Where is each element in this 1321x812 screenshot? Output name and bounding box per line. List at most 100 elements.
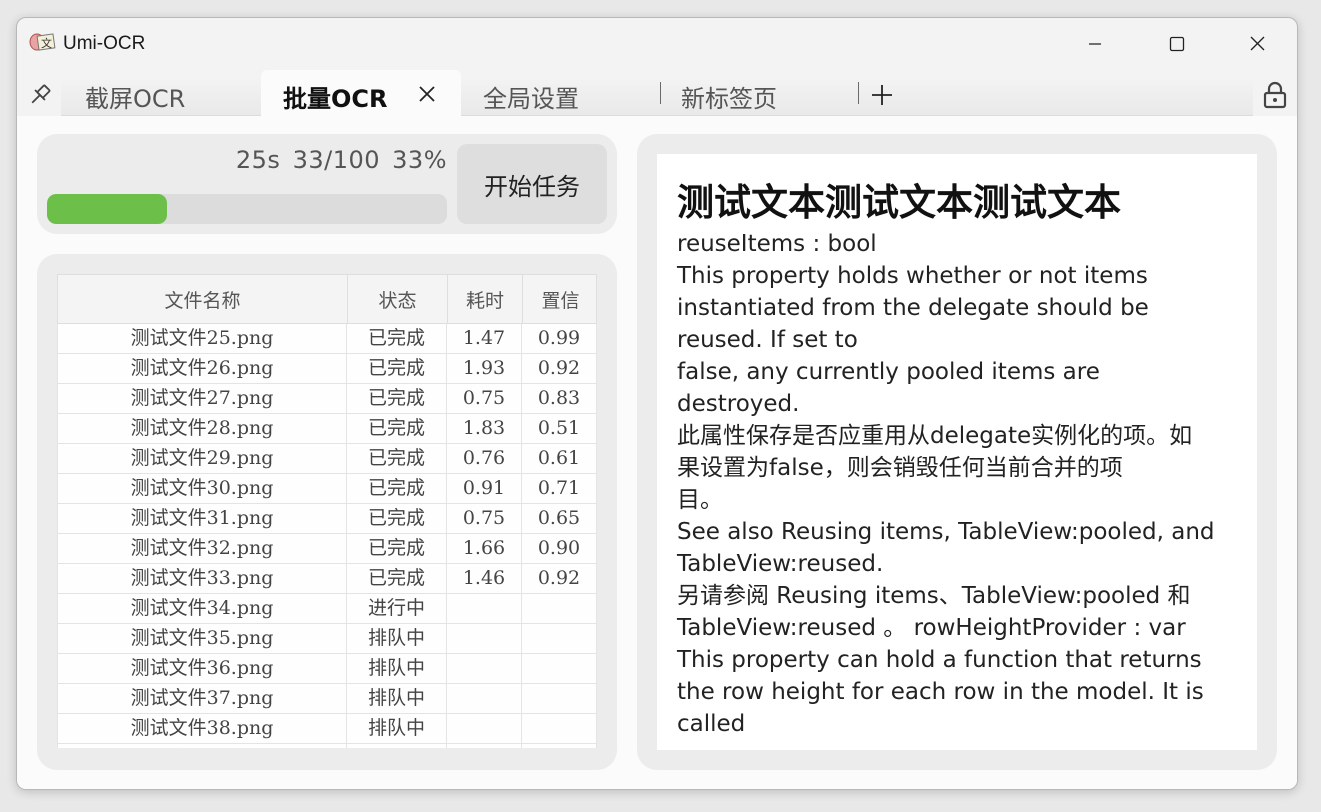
tab-close-icon[interactable]	[417, 84, 437, 104]
result-line: false, any currently pooled items are	[677, 359, 1100, 385]
cell-confidence: 0.65	[522, 504, 597, 534]
add-tab-icon	[872, 85, 892, 105]
tab-screenshot-ocr[interactable]: 截屏OCR	[65, 70, 261, 116]
cell-filename: 测试文件29.png	[57, 444, 347, 474]
cell-confidence	[522, 684, 597, 714]
table-row[interactable]: 测试文件38.png 排队中	[57, 714, 597, 744]
close-icon	[1250, 36, 1265, 51]
result-line: TableView:reused 。 rowHeightProvider : v…	[677, 615, 1186, 641]
cell-status: 已完成	[347, 414, 447, 444]
column-header-confidence[interactable]: 置信	[523, 275, 597, 323]
cell-status: 排队中	[347, 744, 447, 748]
app-logo-icon: 文	[29, 30, 57, 54]
cell-time	[447, 744, 522, 748]
cell-filename: 测试文件38.png	[57, 714, 347, 744]
start-task-button[interactable]: 开始任务	[457, 144, 607, 224]
tab-label: 新标签页	[681, 85, 777, 113]
window-title: Umi-OCR	[63, 33, 146, 54]
cell-status: 已完成	[347, 444, 447, 474]
cell-filename: 测试文件33.png	[57, 564, 347, 594]
lock-icon	[1263, 81, 1287, 109]
progress-info: 25s 33/100 33%	[236, 146, 447, 174]
result-title: 测试文本测试文本测试文本	[677, 181, 1121, 224]
cell-time	[447, 624, 522, 654]
progress-count: 33/100	[292, 146, 381, 174]
cell-filename: 测试文件30.png	[57, 474, 347, 504]
cell-confidence: 0.92	[522, 354, 597, 384]
cell-filename: 测试文件25.png	[57, 324, 347, 354]
result-line: called	[677, 711, 746, 737]
table-row[interactable]: 测试文件28.png 已完成 1.83 0.51	[57, 414, 597, 444]
cell-confidence	[522, 714, 597, 744]
result-line: instantiated from the delegate should be	[677, 295, 1149, 321]
result-line: This property can hold a function that r…	[677, 647, 1202, 673]
tab-divider	[660, 82, 661, 104]
tab-label: 全局设置	[483, 85, 579, 113]
table-row[interactable]: 测试文件35.png 排队中	[57, 624, 597, 654]
tab-global-settings[interactable]: 全局设置	[465, 70, 661, 116]
pin-button[interactable]	[25, 80, 55, 110]
result-line: 此属性保存是否应重用从delegate实例化的项。如	[677, 423, 1193, 449]
tab-new-tab[interactable]: 新标签页	[663, 70, 859, 116]
cell-confidence	[522, 624, 597, 654]
table-row[interactable]: 测试文件33.png 已完成 1.46 0.92	[57, 564, 597, 594]
cell-filename: 测试文件39.png	[57, 744, 347, 748]
cell-confidence: 0.61	[522, 444, 597, 474]
cell-filename: 测试文件31.png	[57, 504, 347, 534]
cell-status: 已完成	[347, 504, 447, 534]
progress-bar-fill	[47, 194, 167, 224]
column-header-time[interactable]: 耗时	[448, 275, 523, 323]
cell-confidence: 0.83	[522, 384, 597, 414]
cell-filename: 测试文件35.png	[57, 624, 347, 654]
cell-time: 1.93	[447, 354, 522, 384]
cell-status: 排队中	[347, 654, 447, 684]
progress-bar	[47, 194, 447, 224]
result-line: This property holds whether or not items	[677, 263, 1148, 289]
cell-time	[447, 714, 522, 744]
tab-batch-ocr[interactable]: 批量OCR	[261, 70, 461, 116]
cell-time: 0.75	[447, 504, 522, 534]
table-row[interactable]: 测试文件34.png 进行中	[57, 594, 597, 624]
column-header-filename[interactable]: 文件名称	[58, 275, 348, 323]
close-window-button[interactable]	[1227, 26, 1287, 62]
minimize-button[interactable]	[1065, 26, 1125, 62]
result-line: 目。	[677, 487, 723, 513]
cell-filename: 测试文件34.png	[57, 594, 347, 624]
result-lines: reuseItems : bool This property holds whe…	[677, 228, 1237, 740]
table-row[interactable]: 测试文件31.png 已完成 0.75 0.65	[57, 504, 597, 534]
table-row[interactable]: 测试文件29.png 已完成 0.76 0.61	[57, 444, 597, 474]
cell-confidence	[522, 594, 597, 624]
cell-status: 已完成	[347, 474, 447, 504]
title-bar: 文 Umi-OCR	[17, 18, 1297, 70]
result-line: 另请参阅 Reusing items、TableView:pooled 和	[677, 583, 1191, 609]
lock-tabs-button[interactable]	[1261, 80, 1289, 110]
column-header-status[interactable]: 状态	[348, 275, 448, 323]
table-row[interactable]: 测试文件27.png 已完成 0.75 0.83	[57, 384, 597, 414]
cell-time: 0.91	[447, 474, 522, 504]
cell-time	[447, 594, 522, 624]
table-row[interactable]: 测试文件25.png 已完成 1.47 0.99	[57, 324, 597, 354]
table-row[interactable]: 测试文件26.png 已完成 1.93 0.92	[57, 354, 597, 384]
cell-status: 已完成	[347, 564, 447, 594]
app-window: 文 Umi-OCR 截屏OCR 批量OCR 全局设置 新标签页 25s 33/1…	[16, 17, 1298, 790]
cell-filename: 测试文件28.png	[57, 414, 347, 444]
ocr-result-text[interactable]: 测试文本测试文本测试文本 reuseItems : bool This prope…	[657, 154, 1257, 750]
table-row[interactable]: 测试文件30.png 已完成 0.91 0.71	[57, 474, 597, 504]
cell-time: 1.66	[447, 534, 522, 564]
minimize-icon	[1089, 43, 1101, 45]
cell-confidence	[522, 654, 597, 684]
tab-label: 批量OCR	[283, 85, 388, 113]
elapsed-time: 25s	[235, 146, 281, 174]
cell-filename: 测试文件26.png	[57, 354, 347, 384]
table-row[interactable]: 测试文件32.png 已完成 1.66 0.90	[57, 534, 597, 564]
progress-panel: 25s 33/100 33% 开始任务	[37, 134, 617, 234]
cell-status: 已完成	[347, 384, 447, 414]
table-row[interactable]: 测试文件36.png 排队中	[57, 654, 597, 684]
batch-ocr-page: 25s 33/100 33% 开始任务 文件名称 状态 耗时 置信 测试文件25…	[17, 116, 1297, 789]
maximize-button[interactable]	[1147, 26, 1207, 62]
table-row[interactable]: 测试文件37.png 排队中	[57, 684, 597, 714]
cell-confidence: 0.99	[522, 324, 597, 354]
add-tab-button[interactable]	[867, 80, 897, 110]
table-row[interactable]: 测试文件39.png排队中	[57, 744, 597, 748]
cell-time: 0.76	[447, 444, 522, 474]
